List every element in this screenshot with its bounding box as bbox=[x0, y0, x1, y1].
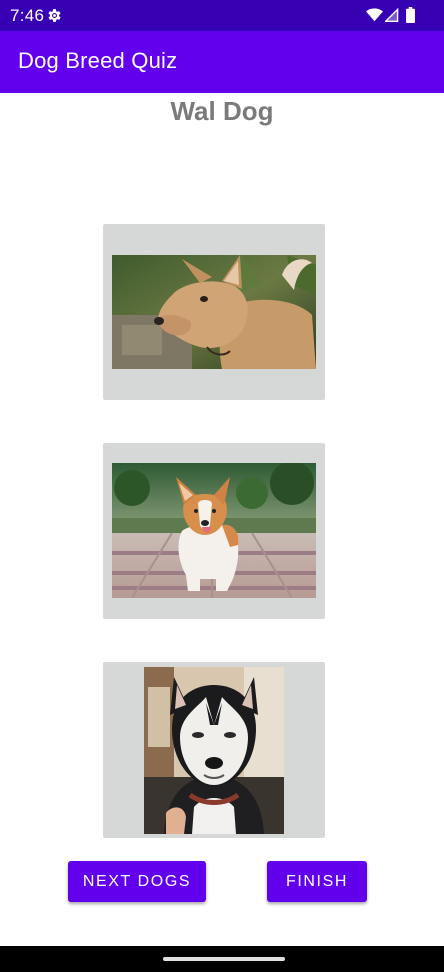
wifi-icon bbox=[366, 8, 383, 22]
app-title: Dog Breed Quiz bbox=[18, 48, 178, 73]
finish-button[interactable]: FINISH bbox=[267, 861, 367, 902]
dog-photo-2 bbox=[112, 463, 316, 598]
next-dogs-button[interactable]: NEXT DOGS bbox=[68, 861, 206, 902]
status-bar: 7:46 bbox=[0, 0, 444, 31]
dog-option-1[interactable] bbox=[103, 224, 325, 400]
dog-photo-1 bbox=[112, 255, 316, 369]
settings-gear-icon bbox=[48, 9, 61, 22]
status-time: 7:46 bbox=[10, 6, 45, 25]
dog-photo-3 bbox=[144, 667, 284, 834]
home-gesture-handle[interactable] bbox=[163, 957, 285, 961]
cell-signal-icon bbox=[385, 8, 399, 22]
dog-option-3[interactable] bbox=[103, 662, 325, 838]
screen: 7:46 Dog Breed Quiz Wal Dog NEXT DOGS FI… bbox=[0, 0, 444, 972]
app-bar: Dog Breed Quiz bbox=[0, 31, 444, 93]
breed-name-label: Wal Dog bbox=[170, 96, 274, 126]
dog-option-2[interactable] bbox=[103, 443, 325, 619]
battery-icon bbox=[406, 7, 415, 23]
navigation-bar bbox=[0, 946, 444, 972]
